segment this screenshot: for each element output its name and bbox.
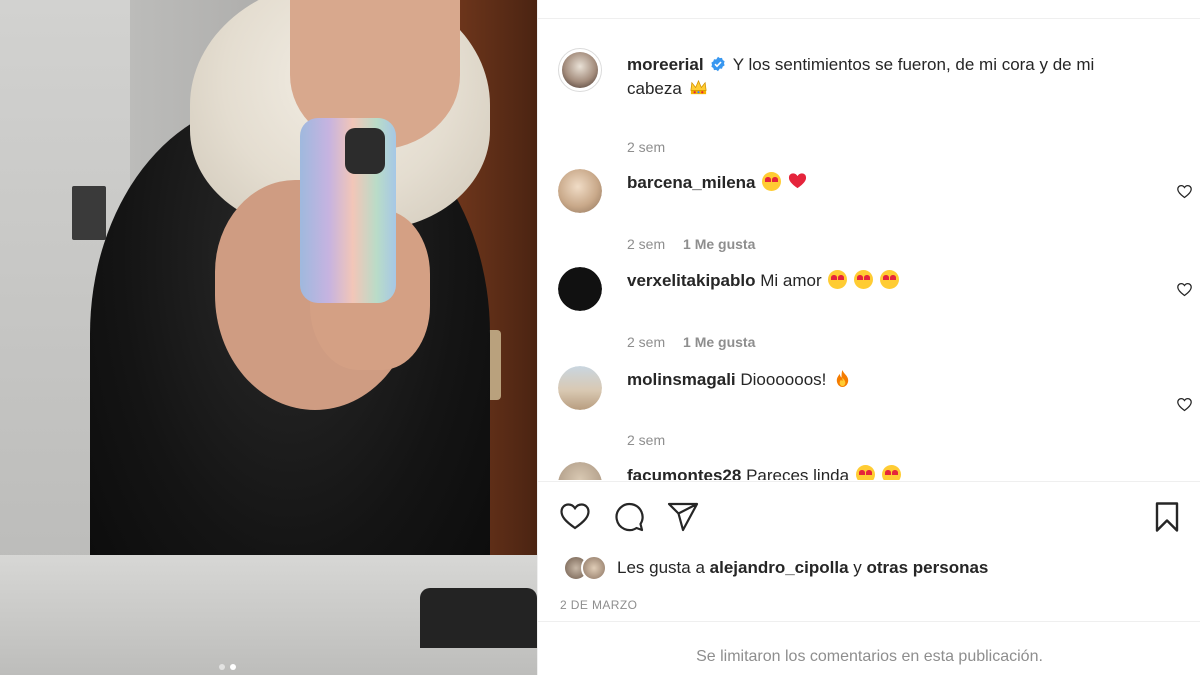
- photo-phone-camera: [345, 128, 385, 174]
- save-bookmark-icon[interactable]: [1150, 500, 1184, 534]
- comment-text: Mi amor: [760, 271, 822, 290]
- comment-like-icon[interactable]: [1176, 183, 1193, 200]
- footer-divider: [538, 621, 1200, 622]
- comment-meta: 2 sem 1 Me gusta: [627, 236, 755, 252]
- comment-avatar[interactable]: [558, 366, 602, 410]
- comment-text-block: barcena_milena: [627, 171, 1138, 195]
- comment-likes-count[interactable]: 1 Me gusta: [683, 236, 755, 252]
- post-action-bar: [558, 500, 1188, 534]
- fire-emoji: [836, 369, 849, 388]
- like-heart-icon[interactable]: [558, 500, 592, 534]
- post-date[interactable]: 2 DE MARZO: [560, 598, 637, 612]
- post-photo[interactable]: [0, 0, 537, 675]
- share-send-icon[interactable]: [666, 500, 700, 534]
- heart-eyes-emoji: [879, 270, 899, 289]
- comment-avatar[interactable]: [558, 462, 602, 480]
- likes-connector: y: [853, 558, 862, 577]
- actions-top-divider: [538, 481, 1200, 482]
- comment-avatar[interactable]: [558, 169, 602, 213]
- comment-like-icon[interactable]: [1176, 396, 1193, 413]
- comment-likes-count[interactable]: 1 Me gusta: [683, 334, 755, 350]
- author-username[interactable]: moreerial: [627, 55, 704, 74]
- likes-others-link[interactable]: otras personas: [867, 558, 989, 577]
- comment-time: 2 sem: [627, 432, 666, 448]
- post-side-panel: moreerial Y los sentimientos se fueron, …: [537, 0, 1200, 675]
- comment-text-block: verxelitakipablo Mi amor: [627, 269, 1138, 293]
- comments-limited-notice: Se limitaron los comentarios en esta pub…: [696, 648, 1043, 665]
- likes-summary: Les gusta a alejandro_cipolla y otras pe…: [563, 554, 988, 582]
- heart-eyes-emoji: [828, 270, 848, 289]
- liker-username[interactable]: alejandro_cipolla: [710, 558, 849, 577]
- comment-like-icon[interactable]: [1176, 281, 1193, 298]
- photo-bag: [420, 588, 537, 648]
- heart-eyes-emoji: [762, 172, 782, 191]
- author-avatar[interactable]: [558, 48, 602, 92]
- crown-emoji: [690, 79, 707, 95]
- red-heart-emoji: [788, 173, 807, 189]
- comment-username[interactable]: molinsmagali: [627, 370, 736, 389]
- comment-username[interactable]: barcena_milena: [627, 173, 756, 192]
- comment-avatar[interactable]: [558, 267, 602, 311]
- comment-time: 2 sem: [627, 236, 666, 252]
- smiling-emoji: [855, 465, 875, 480]
- verified-badge-icon: [711, 56, 725, 72]
- carousel-dot: [219, 664, 225, 670]
- caption-text-block: moreerial Y los sentimientos se fueron, …: [627, 53, 1138, 101]
- comment-text-block: molinsmagali Dioooooos!: [627, 368, 1138, 392]
- comment-text: Dioooooos!: [740, 370, 827, 389]
- comment-meta: 2 sem: [627, 432, 665, 448]
- comment-username[interactable]: verxelitakipablo: [627, 271, 756, 290]
- photo-light-switch: [72, 186, 106, 240]
- likes-summary-text: Les gusta a alejandro_cipolla y otras pe…: [617, 558, 988, 578]
- comments-list[interactable]: moreerial Y los sentimientos se fueron, …: [538, 19, 1200, 480]
- comment-text: Pareces linda: [746, 466, 850, 480]
- heart-eyes-emoji: [854, 270, 874, 289]
- comment-time: 2 sem: [627, 334, 666, 350]
- likes-prefix: Les gusta a: [617, 558, 705, 577]
- caption-time: 2 sem: [627, 139, 665, 155]
- caption-time-text: 2 sem: [627, 139, 666, 155]
- comment-username[interactable]: facumontes28: [627, 466, 741, 480]
- liker-avatar[interactable]: [581, 555, 607, 581]
- carousel-dot-active: [230, 664, 236, 670]
- comment-bubble-icon[interactable]: [612, 500, 646, 534]
- smiling-emoji: [881, 465, 901, 480]
- carousel-indicator: [219, 664, 236, 670]
- comment-meta: 2 sem 1 Me gusta: [627, 334, 755, 350]
- comment-text-block: facumontes28 Pareces linda: [627, 464, 1138, 480]
